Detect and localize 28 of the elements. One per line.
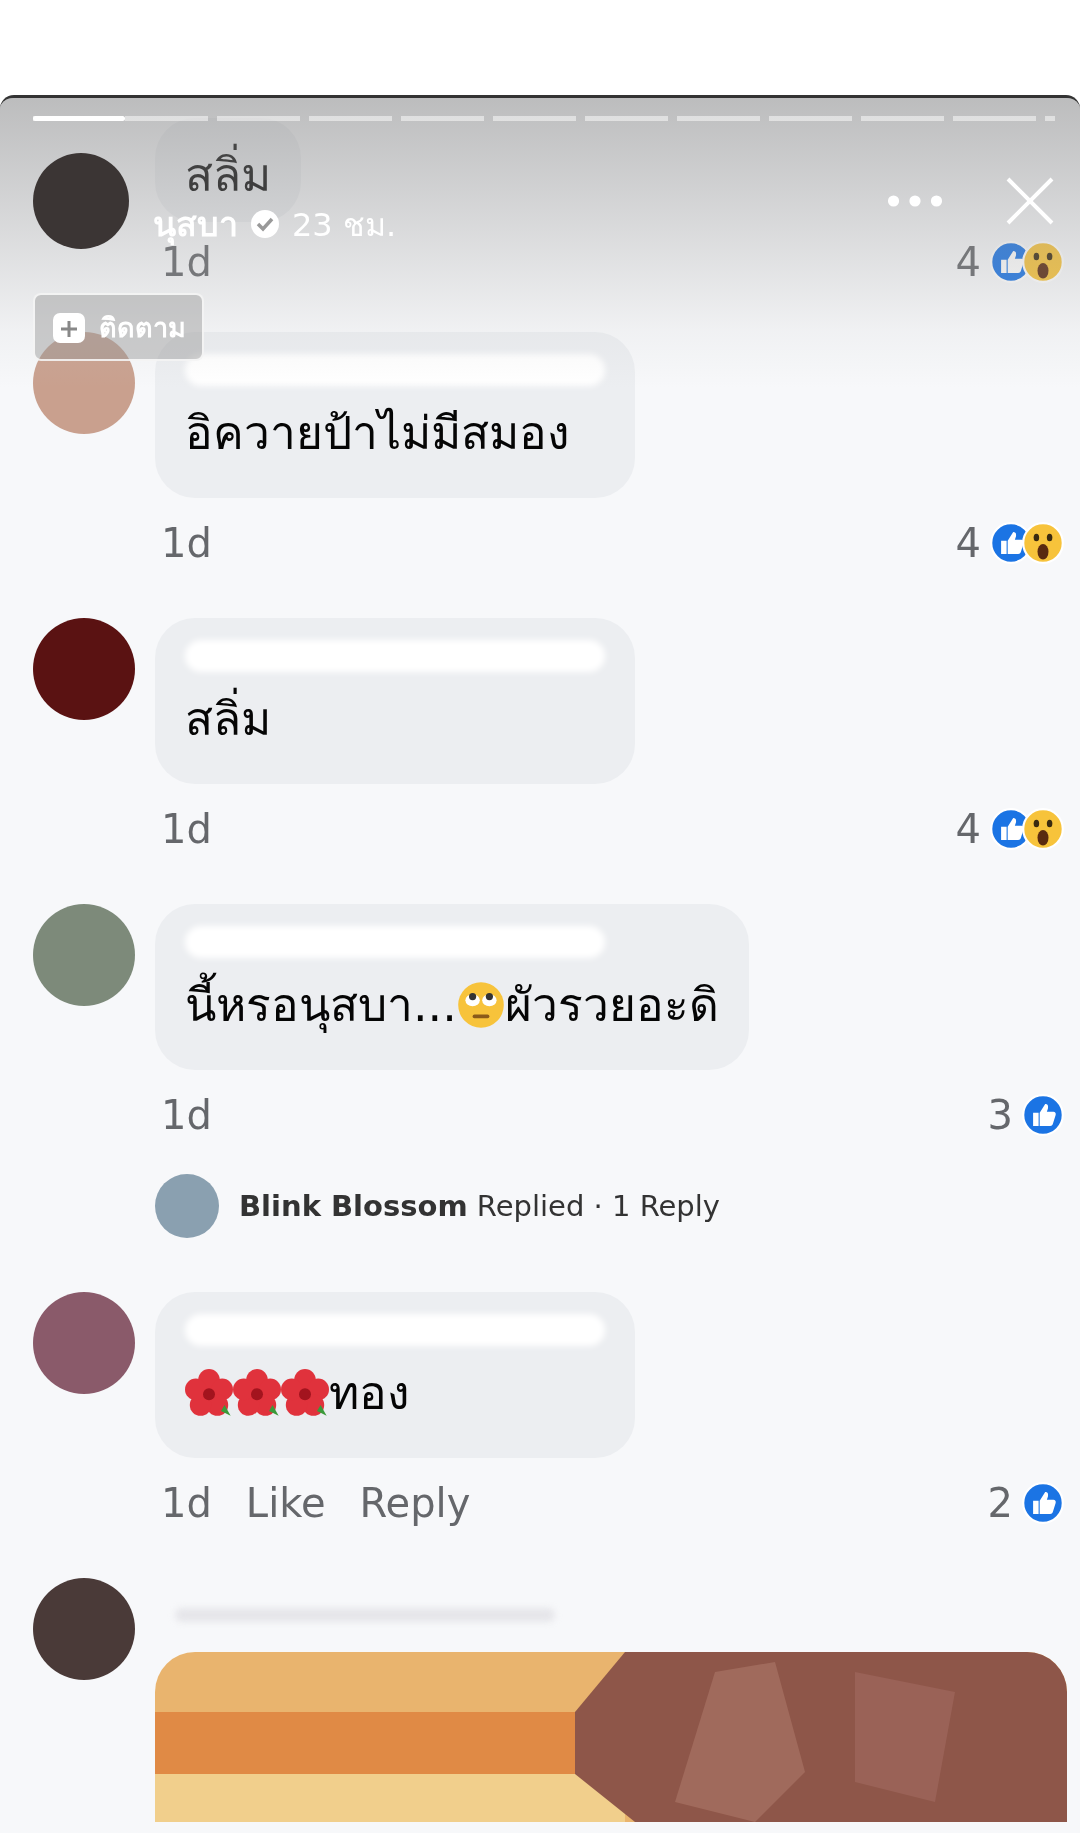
flower-emoji-icon — [233, 1369, 281, 1417]
reaction-count: 3 — [987, 1092, 1013, 1138]
reaction-count: 4 — [955, 239, 981, 285]
comment-text: สลิ่ม — [185, 140, 271, 210]
wow-reaction-icon — [1021, 240, 1065, 284]
comment-text: สลิ่ม — [185, 684, 271, 754]
comment-time: 1d — [161, 1092, 212, 1138]
reaction-count: 4 — [955, 520, 981, 566]
comment-text: ผัวรวยอะดิ — [504, 977, 719, 1034]
reply-summary[interactable]: Blink Blossom Replied · 1 Reply — [239, 1189, 720, 1223]
comment-time: 1d — [161, 1480, 212, 1526]
comment-text: อิควายป้าไม่มีสมอง — [185, 405, 569, 462]
wow-reaction-icon — [1021, 807, 1065, 851]
flower-emoji-icon — [281, 1369, 329, 1417]
eye-roll-emoji-icon — [456, 981, 505, 1029]
reaction-count: 4 — [955, 806, 981, 852]
comment-time: 1d — [161, 520, 212, 566]
like-reaction-icon — [1021, 1481, 1065, 1525]
comment-time: 1d — [161, 239, 212, 285]
comment-time: 1d — [161, 806, 212, 852]
like-reaction-icon — [1021, 1093, 1065, 1137]
comment-action-link[interactable]: Like — [245, 1480, 326, 1526]
comment-text: นี้หรอนุสบา... — [185, 970, 457, 1040]
wow-reaction-icon — [1021, 521, 1065, 565]
reaction-count: 2 — [987, 1480, 1013, 1526]
flower-emoji-icon — [185, 1369, 233, 1417]
comment-action-link[interactable]: Reply — [359, 1480, 471, 1526]
comment-text: ทอง — [329, 1365, 409, 1422]
